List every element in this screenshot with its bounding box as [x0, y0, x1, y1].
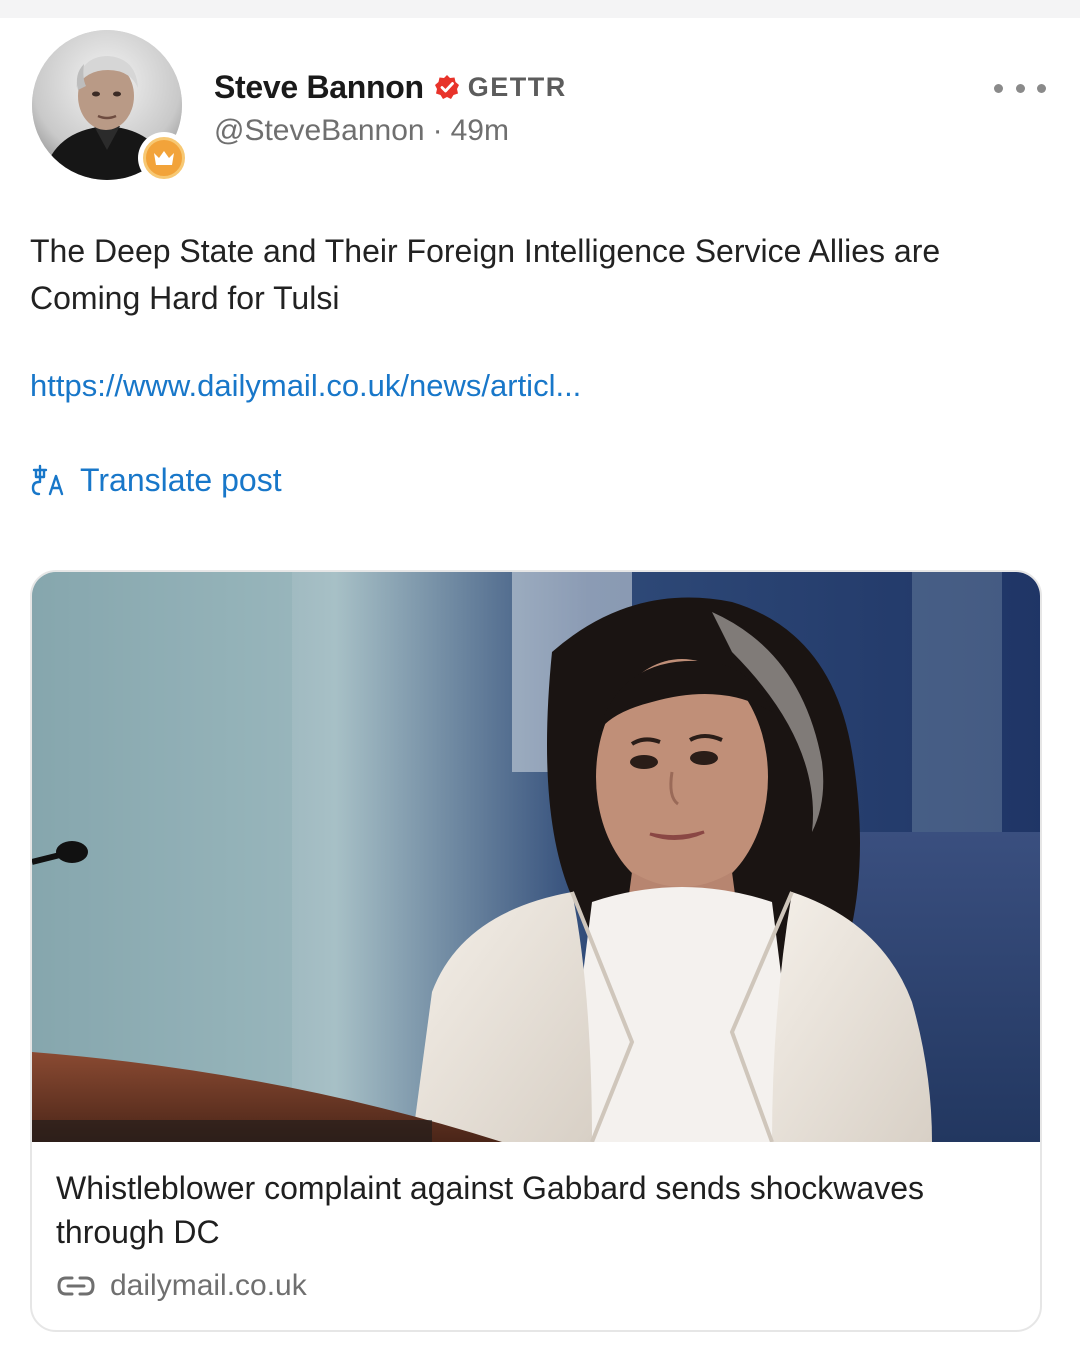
more-dot	[1037, 83, 1046, 93]
more-dot	[994, 83, 1003, 93]
more-options-icon[interactable]	[994, 76, 1046, 100]
translate-button[interactable]: Translate post	[30, 458, 282, 502]
platform-tag: GETTR	[467, 71, 567, 102]
post-meta: @SteveBannon · 49m	[214, 114, 509, 148]
article-title: Whistleblower complaint against Gabbard …	[56, 1170, 924, 1250]
crown-icon	[154, 151, 174, 165]
link-icon	[57, 1276, 95, 1296]
article-source: dailymail.co.uk	[56, 1266, 307, 1306]
verified-badge-icon	[434, 75, 459, 99]
author-name-row: Steve Bannon GETTR	[214, 66, 567, 108]
article-photo	[32, 572, 1040, 1142]
translate-icon	[31, 464, 64, 496]
link-preview-card[interactable]: Whistleblower complaint against Gabbard …	[30, 570, 1042, 1332]
translate-label: Translate post	[80, 461, 282, 498]
more-dot	[1015, 83, 1025, 93]
post-text: The Deep State and Their Foreign Intelli…	[30, 233, 941, 316]
article-source-domain: dailymail.co.uk	[110, 1269, 307, 1302]
meta-separator: ·	[432, 114, 443, 147]
author-handle[interactable]: @SteveBannon	[214, 114, 425, 148]
crown-badge	[138, 132, 190, 184]
post-timestamp: 49m	[450, 114, 509, 147]
author-name[interactable]: Steve Bannon	[214, 69, 424, 106]
top-strip	[0, 0, 1080, 18]
post-link[interactable]: https://www.dailymail.co.uk/news/articl.…	[30, 368, 581, 404]
